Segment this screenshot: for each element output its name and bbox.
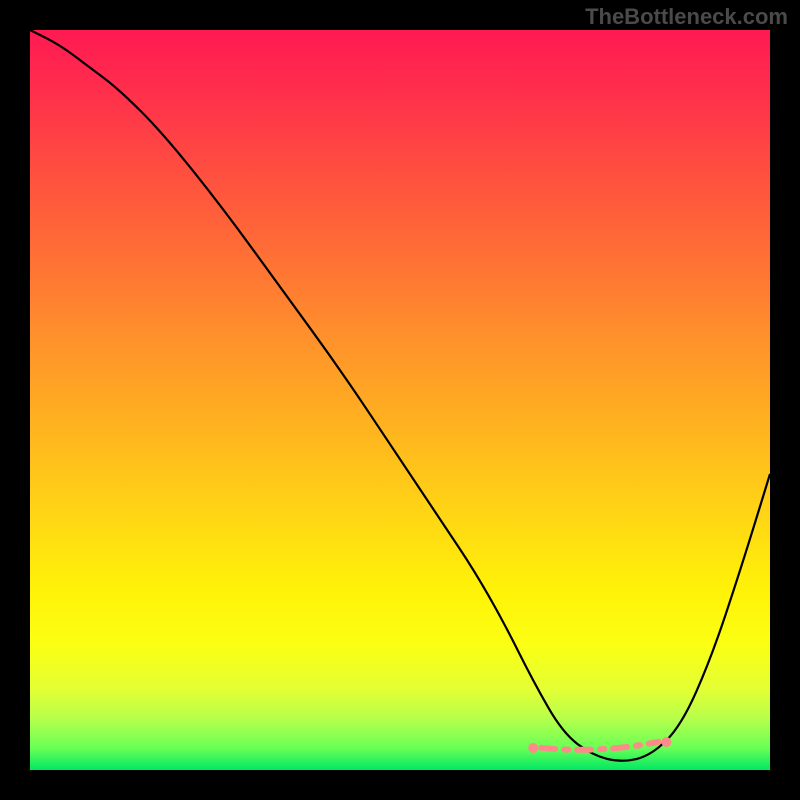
chart-plot-area: [30, 30, 770, 770]
marker-dot: [528, 743, 538, 753]
optimal-range-markers: [528, 737, 671, 753]
chart-svg: [30, 30, 770, 770]
marker-dash-line: [541, 742, 658, 750]
bottleneck-curve-line: [30, 30, 770, 761]
attribution-watermark: TheBottleneck.com: [585, 4, 788, 30]
marker-dot: [661, 737, 671, 747]
